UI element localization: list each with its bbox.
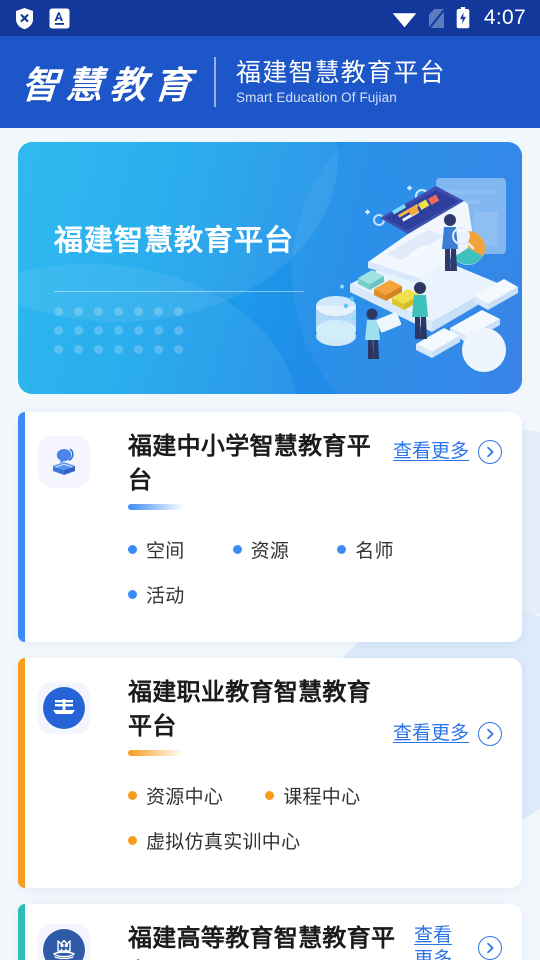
chevron-right-icon	[478, 722, 502, 747]
battery-charging-icon	[456, 7, 470, 29]
card-accent-bar	[18, 904, 25, 960]
tag-label: 资源	[250, 541, 290, 563]
card-title-wrap: 福建职业教育智慧教育平台	[128, 676, 385, 757]
banner-illustration	[268, 156, 518, 386]
platform-card-list: 福建中小学智慧教育平台 查看更多 空间 资源 名师 活动 福建职业教育智慧教育平…	[0, 412, 540, 960]
status-bar: 4:07	[0, 0, 540, 36]
card-body: 福建职业教育智慧教育平台 查看更多 资源中心 课程中心 虚拟仿真实训中心	[128, 676, 502, 872]
tag-label: 活动	[146, 586, 185, 608]
tag-dot-icon	[128, 545, 137, 555]
tag-dot-icon	[128, 836, 137, 846]
banner-title: 福建智慧教育平台	[54, 225, 295, 257]
header-divider	[214, 57, 216, 107]
card-tag-list: 空间 资源 名师 活动	[128, 536, 502, 626]
card-title-wrap: 福建高等教育智慧教育平台	[128, 922, 406, 960]
status-bar-right-icons: 4:07	[392, 6, 526, 30]
card-tag[interactable]: 名师	[337, 536, 394, 563]
platform-card-higher-ed[interactable]: 福建高等教育智慧教育平台 查看更多	[18, 904, 522, 960]
no-sim-icon	[428, 8, 445, 29]
card-header-row: 福建中小学智慧教育平台 查看更多	[128, 430, 502, 511]
banner-rule	[54, 291, 304, 292]
tag-label: 虚拟仿真实训中心	[146, 832, 301, 854]
header-title-block: 福建智慧教育平台 Smart Education Of Fujian	[236, 59, 446, 106]
page-content: 福建智慧教育平台 福建中小学智慧教育平台 查看更多 空间 资源 名师 活动 福建…	[0, 128, 540, 960]
card-body: 福建中小学智慧教育平台 查看更多 空间 资源 名师 活动	[128, 430, 502, 626]
app-header: 智慧教育 福建智慧教育平台 Smart Education Of Fujian	[0, 36, 540, 128]
book-swoosh-icon	[38, 436, 90, 488]
status-bar-left-icons	[14, 7, 70, 30]
tag-dot-icon	[128, 791, 137, 801]
card-title: 福建高等教育智慧教育平台	[128, 925, 396, 960]
tag-dot-icon	[337, 545, 347, 555]
tag-dot-icon	[265, 791, 275, 801]
card-accent-bar	[18, 412, 25, 643]
wifi-icon	[392, 9, 417, 28]
card-tag-list: 资源中心 课程中心 虚拟仿真实训中心	[128, 782, 502, 872]
card-body: 福建高等教育智慧教育平台 查看更多	[128, 922, 502, 960]
banner-text-block: 福建智慧教育平台	[54, 217, 304, 292]
tag-label: 资源中心	[146, 787, 224, 809]
tag-dot-icon	[128, 590, 137, 600]
card-tag[interactable]: 活动	[128, 581, 185, 608]
hero-banner[interactable]: 福建智慧教育平台	[18, 142, 522, 394]
card-title: 福建中小学智慧教育平台	[128, 433, 371, 495]
tag-label: 课程中心	[283, 787, 361, 809]
card-title: 福建职业教育智慧教育平台	[128, 679, 371, 741]
tag-label: 名师	[355, 541, 394, 563]
card-header-row: 福建高等教育智慧教育平台 查看更多	[128, 922, 502, 960]
view-more-button[interactable]: 查看更多	[414, 922, 502, 960]
banner-dot-pattern	[54, 307, 194, 364]
shield-x-icon	[14, 7, 35, 30]
view-more-label: 查看更多	[392, 441, 469, 463]
card-tag[interactable]: 课程中心	[265, 782, 360, 809]
platform-card-vocational[interactable]: 福建职业教育智慧教育平台 查看更多 资源中心 课程中心 虚拟仿真实训中心	[18, 658, 522, 889]
page-subtitle: Smart Education Of Fujian	[236, 90, 397, 106]
chevron-right-icon	[478, 936, 502, 960]
view-more-label: 查看更多	[414, 925, 453, 960]
tag-dot-icon	[232, 545, 242, 555]
page-title: 福建智慧教育平台	[236, 58, 446, 87]
status-bar-clock: 4:07	[483, 6, 526, 29]
view-more-button[interactable]: 查看更多	[393, 430, 502, 464]
card-accent-bar	[18, 658, 25, 889]
open-book-circle-icon	[38, 682, 90, 735]
card-tag[interactable]: 资源中心	[128, 782, 223, 809]
card-tag[interactable]: 空间	[128, 536, 185, 563]
card-tag[interactable]: 资源	[232, 536, 290, 563]
university-emblem-icon	[38, 924, 90, 960]
card-title-underline	[128, 750, 184, 757]
tag-label: 空间	[146, 541, 185, 563]
view-more-button[interactable]: 查看更多	[392, 676, 502, 747]
chevron-right-icon	[478, 440, 502, 464]
ime-a-icon	[49, 8, 70, 29]
card-header-row: 福建职业教育智慧教育平台 查看更多	[128, 676, 502, 757]
card-tag[interactable]: 虚拟仿真实训中心	[128, 827, 468, 854]
platform-card-k12[interactable]: 福建中小学智慧教育平台 查看更多 空间 资源 名师 活动	[18, 412, 522, 643]
card-title-wrap: 福建中小学智慧教育平台	[128, 430, 385, 511]
brand-logo-text: 智慧教育	[20, 66, 200, 107]
view-more-label: 查看更多	[392, 723, 469, 745]
card-title-underline	[128, 504, 184, 511]
